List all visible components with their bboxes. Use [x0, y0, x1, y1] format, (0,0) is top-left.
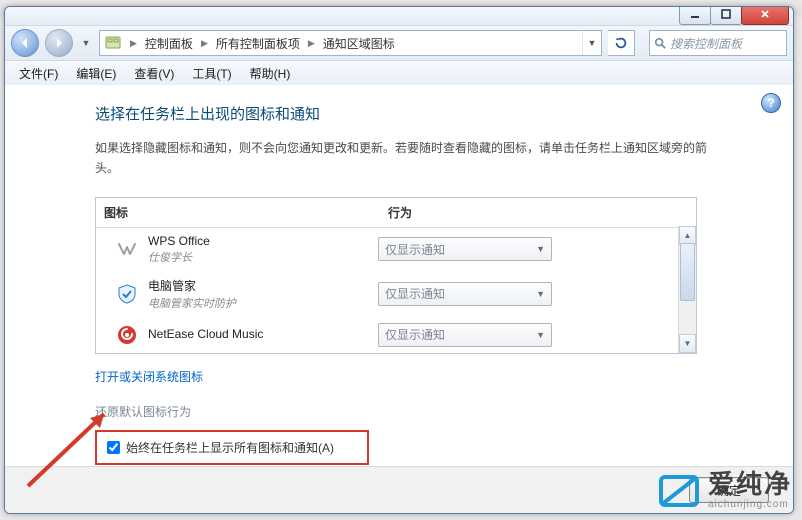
- watermark-url: aichunjing.com: [708, 499, 792, 510]
- control-panel-window: ▼ ▶ 控制面板 ▶ 所有控制面板项 ▶ 通知区域图标 ▼ 搜索控制面板: [4, 6, 794, 514]
- panel-rows: WPS Office 仕俊学长 仅显示通知 ▼: [96, 228, 696, 354]
- icons-panel: 图标 行为 WPS Office 仕俊学长: [95, 197, 697, 354]
- help-icon[interactable]: ?: [761, 93, 781, 113]
- nav-history-dropdown[interactable]: ▼: [79, 38, 93, 48]
- search-icon: [654, 37, 666, 49]
- chevron-down-icon: ▼: [536, 330, 545, 340]
- nav-back-button[interactable]: [11, 29, 39, 57]
- menu-tools[interactable]: 工具(T): [184, 63, 239, 84]
- refresh-button[interactable]: [608, 30, 635, 56]
- maximize-button[interactable]: [710, 6, 742, 25]
- behavior-select[interactable]: 仅显示通知 ▼: [378, 323, 552, 347]
- menu-view[interactable]: 查看(V): [126, 63, 182, 84]
- row-sub: 仕俊学长: [148, 249, 378, 265]
- shield-icon: [116, 283, 138, 305]
- control-panel-icon: [104, 34, 122, 52]
- menu-bar: 文件(F) 编辑(E) 查看(V) 工具(T) 帮助(H): [5, 61, 793, 86]
- behavior-value: 仅显示通知: [385, 285, 445, 302]
- column-header-behavior[interactable]: 行为: [380, 198, 696, 227]
- row-name: 电脑管家: [148, 277, 378, 294]
- netease-icon: [116, 324, 138, 346]
- behavior-select[interactable]: 仅显示通知 ▼: [378, 282, 552, 306]
- address-bar[interactable]: ▶ 控制面板 ▶ 所有控制面板项 ▶ 通知区域图标 ▼: [99, 30, 602, 56]
- always-show-checkbox[interactable]: [107, 441, 120, 454]
- always-show-label: 始终在任务栏上显示所有图标和通知(A): [126, 439, 334, 456]
- address-dropdown[interactable]: ▼: [582, 31, 601, 55]
- row-name: WPS Office: [148, 234, 378, 248]
- window-buttons: [679, 6, 789, 25]
- watermark: 爱纯净 aichunjing.com: [658, 471, 792, 510]
- link-system-icons[interactable]: 打开或关闭系统图标: [95, 368, 203, 385]
- page-title: 选择在任务栏上出现的图标和通知: [95, 103, 763, 124]
- search-placeholder: 搜索控制面板: [670, 35, 742, 52]
- chevron-down-icon: ▼: [536, 244, 545, 254]
- content-area: ? 选择在任务栏上出现的图标和通知 如果选择隐藏图标和通知，则不会向您通知更改和…: [5, 85, 793, 513]
- table-row: WPS Office 仕俊学长 仅显示通知 ▼: [96, 228, 696, 271]
- window-titlebar: [5, 7, 793, 25]
- nav-forward-button[interactable]: [45, 29, 73, 57]
- table-row: 电脑管家 电脑管家实时防护 仅显示通知 ▼: [96, 271, 696, 317]
- menu-edit[interactable]: 编辑(E): [68, 63, 124, 84]
- panel-scrollbar[interactable]: ▲ ▼: [678, 226, 696, 353]
- row-sub: 电脑管家实时防护: [148, 295, 378, 311]
- restore-default-label: 还原默认图标行为: [95, 403, 763, 420]
- breadcrumb-item-all-items[interactable]: 所有控制面板项: [212, 31, 304, 55]
- table-row: NetEase Cloud Music 仅显示通知 ▼: [96, 317, 696, 353]
- breadcrumb-item-notification-icons[interactable]: 通知区域图标: [319, 31, 399, 55]
- wps-icon: [116, 238, 138, 260]
- row-name: NetEase Cloud Music: [148, 327, 378, 341]
- scroll-down-button[interactable]: ▼: [679, 334, 696, 353]
- panel-header: 图标 行为: [96, 198, 696, 228]
- chevron-down-icon: ▼: [536, 289, 545, 299]
- breadcrumb-item-control-panel[interactable]: 控制面板: [141, 31, 197, 55]
- chevron-right-icon: ▶: [197, 38, 212, 49]
- chevron-right-icon: ▶: [126, 38, 141, 49]
- behavior-select[interactable]: 仅显示通知 ▼: [378, 237, 552, 261]
- behavior-value: 仅显示通知: [385, 241, 445, 258]
- watermark-brand: 爱纯净: [708, 471, 792, 497]
- page-description: 如果选择隐藏图标和通知，则不会向您通知更改和更新。若要随时查看隐藏的图标，请单击…: [95, 138, 715, 179]
- menu-help[interactable]: 帮助(H): [242, 63, 299, 84]
- minimize-button[interactable]: [679, 6, 711, 25]
- navigation-bar: ▼ ▶ 控制面板 ▶ 所有控制面板项 ▶ 通知区域图标 ▼ 搜索控制面板: [5, 25, 793, 61]
- always-show-checkbox-row[interactable]: 始终在任务栏上显示所有图标和通知(A): [95, 430, 369, 465]
- column-header-icon[interactable]: 图标: [96, 198, 380, 227]
- search-input[interactable]: 搜索控制面板: [649, 30, 787, 56]
- menu-file[interactable]: 文件(F): [11, 63, 66, 84]
- scroll-thumb[interactable]: [680, 243, 695, 301]
- close-button[interactable]: [741, 6, 789, 25]
- watermark-logo-icon: [658, 474, 700, 508]
- behavior-value: 仅显示通知: [385, 326, 445, 343]
- chevron-right-icon: ▶: [304, 38, 319, 49]
